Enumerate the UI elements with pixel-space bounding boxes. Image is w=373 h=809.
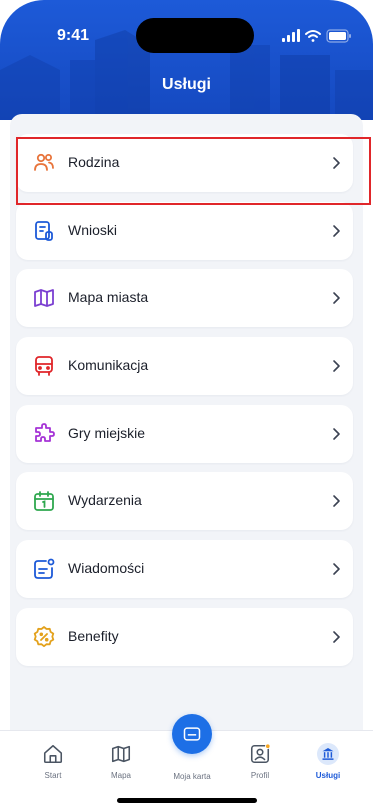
tab-moja-karta-label[interactable]: Moja karta — [157, 772, 227, 781]
service-label: Wydarzenia — [68, 492, 142, 508]
service-item-wnioski[interactable]: Wnioski — [16, 202, 353, 260]
cellular-signal-icon — [282, 29, 300, 42]
family-icon — [34, 153, 54, 171]
map-icon — [34, 289, 54, 307]
home-icon — [43, 744, 63, 764]
tab-label: Profil — [250, 771, 270, 780]
document-icon — [35, 221, 53, 241]
tab-mapa[interactable]: Mapa — [91, 743, 151, 787]
chevron-right-icon — [333, 428, 340, 440]
status-icons — [282, 29, 351, 43]
service-item-wydarzenia[interactable]: Wydarzenia — [16, 472, 353, 530]
service-label: Wnioski — [68, 222, 118, 238]
tab-label: Usługi — [315, 771, 341, 780]
bus-icon — [35, 356, 53, 376]
tab-uslugi[interactable]: Usługi — [298, 743, 358, 787]
tab-profil[interactable]: Profil — [230, 743, 290, 787]
header: 9:41 Usługi — [0, 0, 373, 120]
chevron-right-icon — [333, 292, 340, 304]
map-icon — [111, 745, 131, 763]
wifi-icon — [305, 30, 321, 42]
battery-icon — [326, 29, 351, 43]
service-item-gry-miejskie[interactable]: Gry miejskie — [16, 405, 353, 463]
chevron-right-icon — [333, 360, 340, 372]
calendar-icon — [34, 491, 54, 511]
service-label: Wiadomości — [68, 560, 145, 576]
card-fab-button[interactable] — [172, 714, 212, 754]
discount-icon — [33, 626, 55, 648]
tab-label: Mapa — [110, 771, 131, 780]
service-label: Gry miejskie — [68, 425, 146, 441]
service-item-mapa-miasta[interactable]: Mapa miasta — [16, 269, 353, 327]
profile-icon — [250, 743, 271, 764]
chevron-right-icon — [333, 631, 340, 643]
service-label: Mapa miasta — [68, 289, 149, 305]
services-icon — [317, 743, 339, 765]
chevron-right-icon — [333, 495, 340, 507]
chevron-right-icon — [333, 157, 340, 169]
puzzle-icon — [35, 423, 55, 442]
tab-label: Start — [44, 771, 62, 780]
service-label: Benefity — [68, 628, 119, 644]
service-item-wiadomosci[interactable]: Wiadomości — [16, 540, 353, 598]
service-label: Komunikacja — [68, 357, 149, 373]
service-item-rodzina[interactable]: Rodzina — [16, 134, 353, 192]
chevron-right-icon — [333, 563, 340, 575]
service-label: Rodzina — [68, 154, 120, 170]
chevron-right-icon — [333, 225, 340, 237]
phone-screen: 9:41 Usługi Rodzina Wnioski Mapa miasta … — [0, 0, 373, 809]
service-item-komunikacja[interactable]: Komunikacja — [16, 337, 353, 395]
service-item-benefity[interactable]: Benefity — [16, 608, 353, 666]
status-bar: 9:41 — [0, 0, 373, 60]
status-time: 9:41 — [57, 27, 90, 44]
card-icon — [183, 727, 201, 741]
dynamic-island — [136, 18, 254, 53]
page-title: Usługi — [162, 76, 211, 93]
tab-start[interactable]: Start — [23, 743, 83, 787]
home-indicator — [117, 798, 257, 803]
message-icon — [34, 558, 55, 579]
